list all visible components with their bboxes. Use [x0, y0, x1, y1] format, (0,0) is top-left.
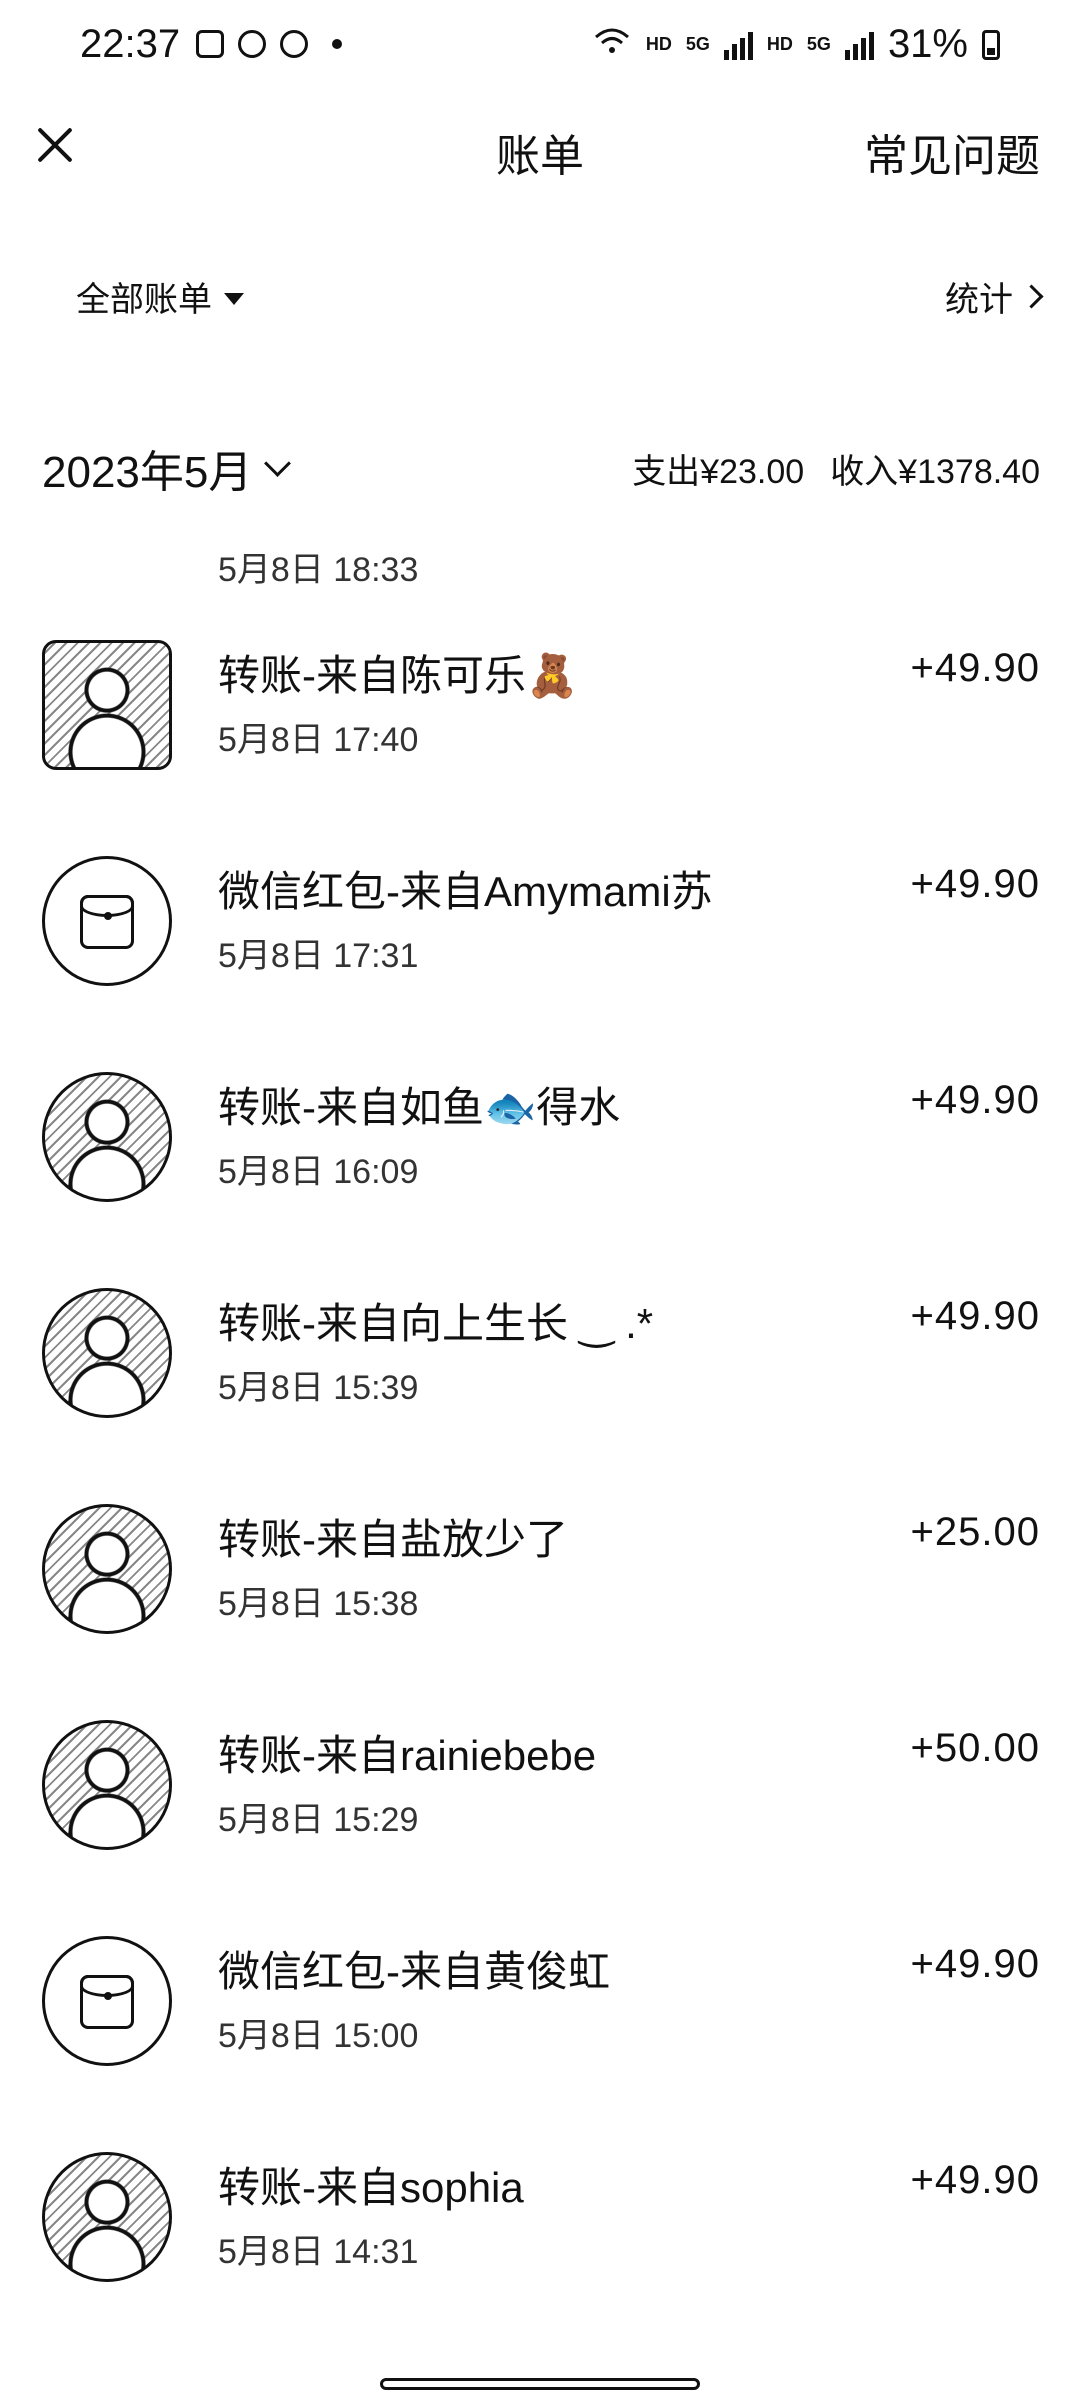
month-label: 2023年5月 [42, 448, 253, 497]
list-item[interactable]: 转账-来自向上生长 ‿ .* 5月8日 15:39 +49.90 [0, 1258, 1080, 1474]
month-row: 2023年5月 支出¥23.00 收入¥1378.40 [0, 420, 1080, 510]
status-time: 22:37 [80, 22, 181, 66]
chevron-right-icon [1019, 284, 1044, 309]
transaction-title: 微信红包-来自黄俊虹 [218, 1948, 610, 1995]
transaction-amount: +49.90 [910, 862, 1040, 906]
transaction-title: 转账-来自向上生长 ‿ .* [218, 1300, 654, 1347]
signal-icon-2 [844, 30, 874, 60]
notification-icons [196, 30, 342, 58]
month-summary: 支出¥23.00 收入¥1378.40 [632, 444, 1040, 493]
network-type-label-2: 5G [806, 34, 831, 54]
battery-icon [982, 29, 1000, 60]
transaction-list: 5月8日 18:33 转账-来自陈可乐🧸 5月8日 17:40 +49.90 微… [0, 520, 1080, 2338]
network-hd-label-2: HD [766, 34, 793, 54]
transaction-time: 5月8日 15:38 [218, 1585, 419, 1623]
network-type-label: 5G [685, 34, 710, 54]
battery-percent: 31% [887, 22, 968, 66]
month-selector[interactable]: 2023年5月 [42, 436, 292, 500]
all-bills-filter[interactable]: 全部账单 [76, 272, 244, 321]
red-packet-icon [42, 856, 172, 986]
transaction-time: 5月8日 17:31 [218, 937, 419, 975]
transaction-time: 5月8日 15:00 [218, 2017, 419, 2055]
faq-link[interactable]: 常见问题 [864, 120, 1040, 184]
list-item[interactable]: 转账-来自rainiebebe 5月8日 15:29 +50.00 [0, 1690, 1080, 1906]
status-right: HD 5G HD 5G 31% [592, 22, 1000, 67]
status-bar: 22:37 HD 5G HD 5G 31% [0, 0, 1080, 100]
transaction-time: 5月8日 17:40 [218, 721, 419, 759]
filter-row: 全部账单 统计 [0, 260, 1080, 340]
header: 账单 常见问题 [0, 100, 1080, 200]
transaction-amount: +49.90 [910, 1078, 1040, 1122]
avatar [42, 1288, 172, 1418]
wechat-icon [280, 30, 308, 58]
transaction-title: 微信红包-来自Amymami苏 [218, 868, 713, 915]
avatar [42, 1720, 172, 1850]
transaction-amount: +49.90 [910, 646, 1040, 690]
list-item[interactable]: 微信红包-来自黄俊虹 5月8日 15:00 +49.90 [0, 1906, 1080, 2122]
transaction-title: 转账-来自rainiebebe [218, 1732, 597, 1779]
transaction-time: 5月8日 18:33 [218, 551, 419, 589]
signal-icon [723, 30, 753, 60]
red-packet-icon [42, 1936, 172, 2066]
list-item[interactable]: 转账-来自盐放少了 5月8日 15:38 +25.00 [0, 1474, 1080, 1690]
transaction-time: 5月8日 15:39 [218, 1369, 419, 1407]
avatar [42, 640, 172, 770]
list-item[interactable]: 5月8日 18:33 [0, 520, 1080, 610]
more-notifications-icon [332, 39, 342, 49]
network-hd-label: HD [645, 34, 672, 54]
stats-link[interactable]: 统计 [945, 272, 1044, 321]
transaction-title: 转账-来自如鱼🐟得水 [218, 1084, 621, 1131]
expense-total: 支出¥23.00 [632, 453, 805, 491]
list-item[interactable]: 微信红包-来自Amymami苏 5月8日 17:31 +49.90 [0, 826, 1080, 1042]
transaction-title: 转账-来自盐放少了 [218, 1516, 568, 1563]
transaction-amount: +49.90 [910, 1942, 1040, 1986]
dropdown-triangle-icon [224, 292, 244, 305]
list-item[interactable]: 转账-来自如鱼🐟得水 5月8日 16:09 +49.90 [0, 1042, 1080, 1258]
transaction-time: 5月8日 16:09 [218, 1153, 419, 1191]
list-item[interactable]: 转账-来自陈可乐🧸 5月8日 17:40 +49.90 [0, 610, 1080, 826]
transaction-amount: +49.90 [910, 1294, 1040, 1338]
avatar [42, 2152, 172, 2282]
gallery-icon [196, 30, 224, 58]
avatar [42, 1072, 172, 1202]
chevron-down-icon [264, 449, 292, 477]
stats-label: 统计 [945, 281, 1013, 319]
transaction-time: 5月8日 15:29 [218, 1801, 419, 1839]
home-indicator[interactable] [380, 2378, 700, 2390]
wechat-icon [238, 30, 266, 58]
transaction-title: 转账-来自陈可乐🧸 [218, 652, 579, 699]
income-total: 收入¥1378.40 [830, 453, 1040, 491]
transaction-amount: +25.00 [910, 1510, 1040, 1554]
transaction-amount: +49.90 [910, 2158, 1040, 2202]
list-item[interactable]: 转账-来自sophia 5月8日 14:31 +49.90 [0, 2122, 1080, 2338]
transaction-title: 转账-来自sophia [218, 2164, 524, 2211]
transaction-amount: +50.00 [910, 1726, 1040, 1770]
wifi-icon [592, 22, 632, 67]
transaction-time: 5月8日 14:31 [218, 2233, 419, 2271]
all-bills-label: 全部账单 [76, 281, 212, 319]
avatar [42, 1504, 172, 1634]
